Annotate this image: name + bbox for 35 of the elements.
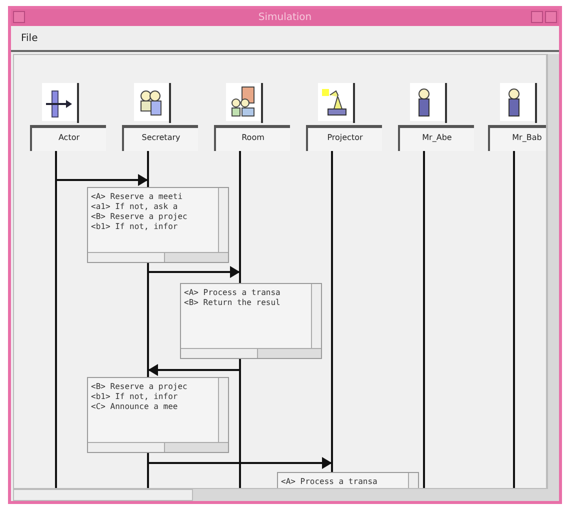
maximize-button[interactable]: [545, 11, 557, 23]
note-scrollbar[interactable]: [218, 378, 228, 442]
object-label: Mr_Abe: [398, 125, 474, 151]
group-icon: [134, 83, 172, 123]
window-menu-button[interactable]: [13, 11, 25, 23]
object-label: Projector: [306, 125, 382, 151]
note-text: <A> Process a transa: [184, 288, 282, 298]
note-text: <B> Reserve a projec: [91, 382, 188, 392]
object-label: Room: [214, 125, 290, 151]
room-icon: [226, 83, 264, 123]
note-text: <A> Process a transa: [281, 477, 378, 487]
note-text: <A> Reserve a meeti: [91, 192, 184, 202]
note-scrollbar[interactable]: [311, 284, 321, 348]
note-scrollbar[interactable]: [88, 442, 228, 452]
actor-icon: [42, 83, 80, 123]
object-label: Mr_Bab: [488, 125, 546, 151]
person-icon: [410, 83, 448, 123]
note-scrollbar[interactable]: [88, 252, 228, 262]
vertical-scrollbar[interactable]: [547, 54, 559, 489]
projector-icon: [318, 83, 356, 123]
window-title: Simulation: [258, 11, 312, 25]
note-text: <b1> If not, infor: [91, 392, 179, 402]
minimize-button[interactable]: [531, 11, 543, 23]
menu-item[interactable]: File: [21, 30, 38, 46]
note-text: <a1> If not, ask a: [91, 202, 179, 212]
note-scrollbar[interactable]: [218, 188, 228, 252]
note-text: <C> Announce a mee: [91, 402, 179, 412]
note-scrollbar[interactable]: [181, 348, 321, 358]
object-label: Actor: [30, 125, 106, 151]
object-label: Secretary: [122, 125, 198, 151]
person-icon: [500, 83, 538, 123]
note-text: <B> Reserve a projec: [91, 212, 188, 222]
note-text: <b1> If not, infor: [91, 222, 179, 232]
note-text: <B> Return the resul: [184, 298, 282, 308]
horizontal-scrollbar[interactable]: [13, 489, 559, 501]
